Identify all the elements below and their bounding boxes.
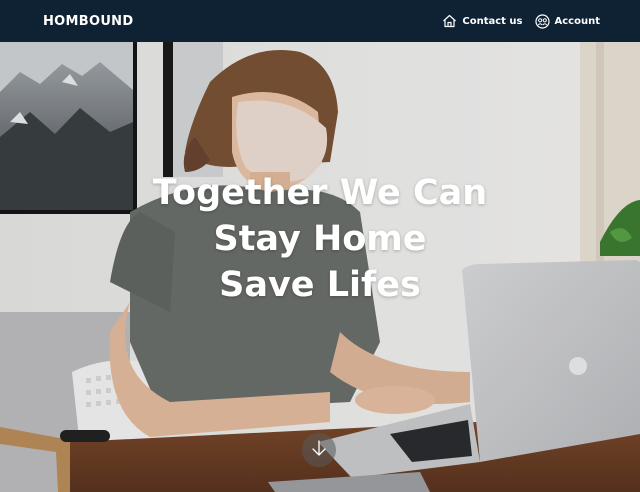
nav-links: Contact us Account [442,13,600,29]
account-label: Account [554,15,600,27]
hero-title: Together We Can Stay Home Save Lifes [0,170,640,308]
contact-us-label: Contact us [462,15,523,27]
navbar: HOMBOUND Contact us Account [0,0,640,42]
scroll-down-button[interactable] [302,433,336,467]
account-link[interactable]: Account [534,13,600,29]
logo[interactable]: HOMBOUND [43,14,133,29]
hero-title-line-2: Stay Home [213,219,427,259]
hero-title-line-1: Together We Can [152,173,488,213]
arrow-down-icon [310,439,328,462]
hero-section: Together We Can Stay Home Save Lifes [0,42,640,492]
contact-us-link[interactable]: Contact us [442,14,523,28]
home-icon [442,14,457,28]
hero-title-line-3: Save Lifes [219,265,421,305]
account-icon [534,13,550,29]
